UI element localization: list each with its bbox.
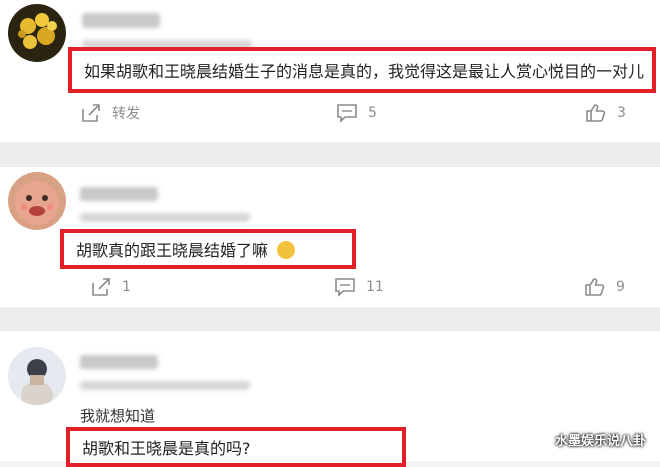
repost-icon [92,278,110,296]
comment-count: 5 [368,105,377,121]
avatar[interactable] [8,347,66,405]
repost-label: 转发 [112,106,140,122]
like-count: 3 [617,105,626,121]
comment-highlight-box: 如果胡歌和王晓晨结婚生子的消息是真的，我觉得这是最让人赏心悦目的一对儿 [68,47,656,93]
person-photo-icon [8,347,66,405]
comment-button[interactable]: 5 [336,103,377,123]
comment-icon [337,104,357,123]
like-button[interactable]: 9 [584,277,625,297]
thumbs-up-icon [586,104,606,122]
repost-button[interactable]: 转发 [80,103,140,123]
comment-card-2: 胡歌真的跟王晓晨结婚了嘛 1 11 9 [0,167,660,307]
comment-text: 如果胡歌和王晓晨结婚生子的消息是真的，我觉得这是最让人赏心悦目的一对儿 [84,62,645,81]
comment-count: 11 [366,279,384,295]
divider [0,142,660,167]
repost-icon [82,104,100,122]
cartoon-face-icon [15,181,59,225]
comment-button[interactable]: 11 [334,277,384,297]
comment-text: 胡歌真的跟王晓晨结婚了嘛 [76,237,296,261]
avatar[interactable] [8,4,66,62]
watermark: 水墨娱乐说八卦 [554,434,646,449]
like-count: 9 [616,279,625,295]
username-blurred [80,187,158,201]
emoji-icon [277,241,296,259]
comment-highlight-box: 胡歌和王晓晨是真的吗? [66,427,406,467]
comment-text: 胡歌和王晓晨是真的吗? [82,439,251,458]
meta-blurred [80,381,250,390]
repost-button[interactable]: 1 [90,277,131,297]
repost-count: 1 [122,279,131,295]
comment-highlight-box: 胡歌真的跟王晓晨结婚了嘛 [60,229,356,269]
thumbs-up-icon [585,278,605,296]
like-button[interactable]: 3 [585,103,626,123]
comment-icon [335,278,355,297]
username-blurred [80,355,158,369]
username-blurred [82,13,160,28]
comment-card-1: 如果胡歌和王晓晨结婚生子的消息是真的，我觉得这是最让人赏心悦目的一对儿 转发 5… [0,0,660,142]
comment-plain-text: 我就想知道 [80,407,156,425]
meta-blurred [80,213,250,222]
flower-icon [18,13,57,49]
divider [0,307,660,331]
avatar[interactable] [8,172,66,230]
